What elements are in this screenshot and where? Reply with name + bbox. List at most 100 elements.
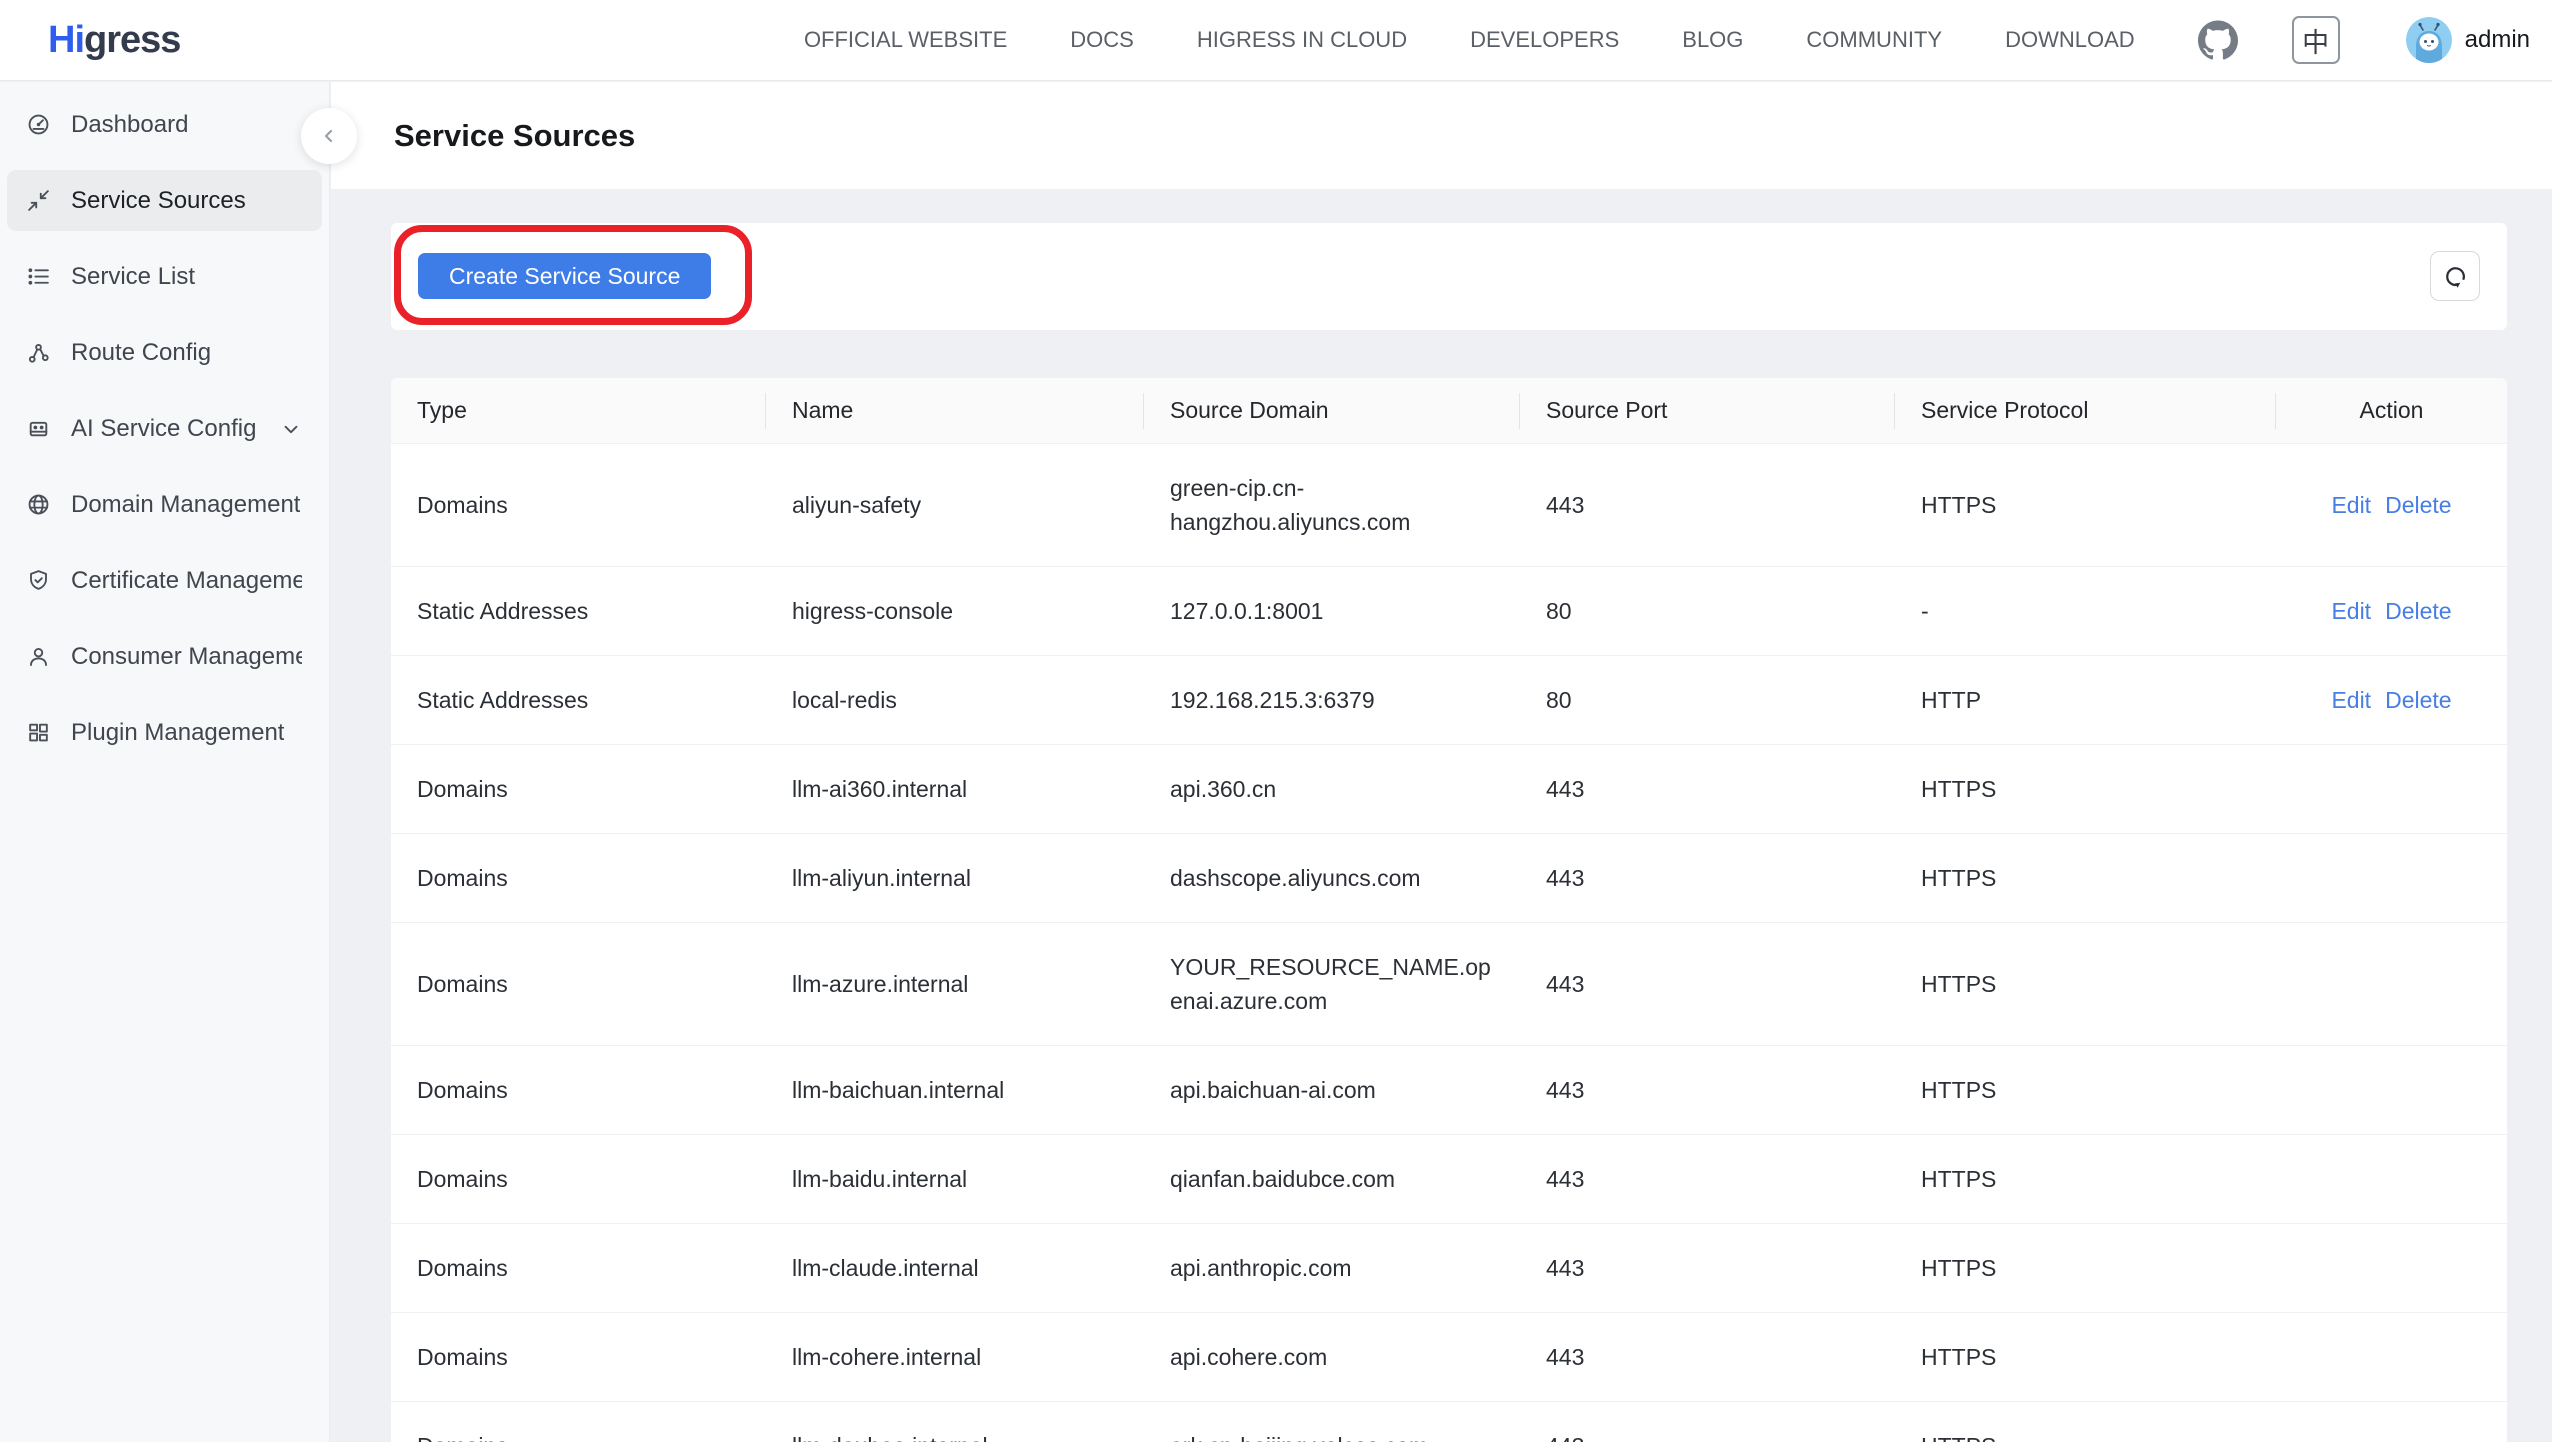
- sidebar-item-dashboard[interactable]: Dashboard: [7, 94, 322, 155]
- sidebar-item-certificate-management[interactable]: Certificate Management: [7, 550, 322, 611]
- table-row: Static Addresseslocal-redis192.168.215.3…: [391, 655, 2507, 744]
- sidebar: Dashboard Service Sources Service List Rout…: [0, 82, 330, 1442]
- cell-source-domain: qianfan.baidubce.com: [1144, 1134, 1520, 1223]
- create-service-source-button[interactable]: Create Service Source: [418, 253, 711, 299]
- cell-action: [2276, 1401, 2507, 1442]
- sidebar-item-label: Service Sources: [71, 187, 246, 215]
- cell-name: llm-azure.internal: [766, 922, 1144, 1045]
- cell-service-protocol: HTTPS: [1895, 1134, 2276, 1223]
- cell-name: llm-aliyun.internal: [766, 833, 1144, 922]
- cell-service-protocol: HTTPS: [1895, 1223, 2276, 1312]
- shrink-icon: [26, 188, 51, 213]
- cell-action: [2276, 922, 2507, 1045]
- sidebar-item-plugin-management[interactable]: Plugin Management: [7, 702, 322, 763]
- cell-source-port: 443: [1520, 1134, 1895, 1223]
- table-header: TypeNameSource DomainSource PortService …: [391, 378, 2507, 443]
- higress-logo[interactable]: Higress: [48, 19, 180, 62]
- refresh-button[interactable]: [2430, 251, 2480, 301]
- cell-service-protocol: HTTPS: [1895, 443, 2276, 566]
- nav-link-docs[interactable]: DOCS: [1070, 27, 1134, 53]
- table-row: Domainsllm-ai360.internalapi.360.cn443HT…: [391, 744, 2507, 833]
- edit-link[interactable]: Edit: [2331, 598, 2371, 624]
- cell-type: Domains: [391, 744, 766, 833]
- edit-link[interactable]: Edit: [2331, 687, 2371, 713]
- sidebar-item-service-list[interactable]: Service List: [7, 246, 322, 307]
- column-header-source-port: Source Port: [1520, 378, 1895, 443]
- table-row: Domainsllm-azure.internalYOUR_RESOURCE_N…: [391, 922, 2507, 1045]
- cell-action: [2276, 1223, 2507, 1312]
- nav-link-higress-in-cloud[interactable]: HIGRESS IN CLOUD: [1197, 27, 1407, 53]
- cell-type: Domains: [391, 833, 766, 922]
- table-body: Domainsaliyun-safetygreen-cip.cn-hangzho…: [391, 443, 2507, 1442]
- cell-action: [2276, 833, 2507, 922]
- toolbar-card: Create Service Source: [391, 223, 2507, 330]
- sidebar-item-label: Service List: [71, 263, 195, 291]
- cell-source-port: 443: [1520, 1223, 1895, 1312]
- table-row: Domainsaliyun-safetygreen-cip.cn-hangzho…: [391, 443, 2507, 566]
- column-header-type: Type: [391, 378, 766, 443]
- service-sources-table-card: TypeNameSource DomainSource PortService …: [391, 378, 2507, 1442]
- sidebar-item-label: Dashboard: [71, 111, 188, 139]
- nav-link-developers[interactable]: DEVELOPERS: [1470, 27, 1619, 53]
- cell-source-port: 80: [1520, 566, 1895, 655]
- cell-source-domain: 127.0.0.1:8001: [1144, 566, 1520, 655]
- column-header-name: Name: [766, 378, 1144, 443]
- cell-source-domain: ark.cn-beijing.volces.com: [1144, 1401, 1520, 1442]
- sidebar-item-ai-service-config[interactable]: AI Service Config: [7, 398, 322, 459]
- shield-icon: [26, 568, 51, 593]
- cell-name: llm-baichuan.internal: [766, 1045, 1144, 1134]
- cell-type: Domains: [391, 1134, 766, 1223]
- cell-type: Domains: [391, 1223, 766, 1312]
- sidebar-item-domain-management[interactable]: Domain Management: [7, 474, 322, 535]
- cell-name: llm-ai360.internal: [766, 744, 1144, 833]
- nav-link-blog[interactable]: BLOG: [1682, 27, 1743, 53]
- cell-name: llm-claude.internal: [766, 1223, 1144, 1312]
- sidebar-item-label: Route Config: [71, 339, 211, 367]
- table-row: Domainsllm-doubao.internalark.cn-beijing…: [391, 1401, 2507, 1442]
- cell-type: Domains: [391, 443, 766, 566]
- delete-link[interactable]: Delete: [2385, 687, 2451, 713]
- nav-link-community[interactable]: COMMUNITY: [1806, 27, 1942, 53]
- table-row: Domainsllm-baichuan.internalapi.baichuan…: [391, 1045, 2507, 1134]
- logo-text-hi: Hi: [48, 19, 84, 61]
- column-header-source-domain: Source Domain: [1144, 378, 1520, 443]
- sidebar-item-service-sources[interactable]: Service Sources: [7, 170, 322, 231]
- edit-link[interactable]: Edit: [2331, 492, 2371, 518]
- cell-name: aliyun-safety: [766, 443, 1144, 566]
- cell-type: Domains: [391, 1045, 766, 1134]
- delete-link[interactable]: Delete: [2385, 598, 2451, 624]
- sidebar-item-label: AI Service Config: [71, 415, 256, 443]
- cell-name: llm-cohere.internal: [766, 1312, 1144, 1401]
- cell-type: Domains: [391, 1312, 766, 1401]
- cell-action: [2276, 1045, 2507, 1134]
- cell-service-protocol: HTTP: [1895, 655, 2276, 744]
- cell-type: Static Addresses: [391, 655, 766, 744]
- chevron-left-icon: [317, 124, 341, 148]
- cell-source-domain: green-cip.cn-hangzhou.aliyuncs.com: [1144, 443, 1520, 566]
- sidebar-item-consumer-management[interactable]: Consumer Management: [7, 626, 322, 687]
- cell-service-protocol: HTTPS: [1895, 833, 2276, 922]
- service-sources-table: TypeNameSource DomainSource PortService …: [391, 378, 2507, 1442]
- cell-source-port: 443: [1520, 922, 1895, 1045]
- sidebar-collapse-button[interactable]: [301, 108, 357, 164]
- nav-link-official-website[interactable]: OFFICIAL WEBSITE: [804, 27, 1007, 53]
- cell-source-port: 443: [1520, 1045, 1895, 1134]
- delete-link[interactable]: Delete: [2385, 492, 2451, 518]
- cell-source-domain: api.cohere.com: [1144, 1312, 1520, 1401]
- cell-name: llm-baidu.internal: [766, 1134, 1144, 1223]
- top-navbar: Higress OFFICIAL WEBSITE DOCS HIGRESS IN C…: [0, 0, 2552, 81]
- cell-source-domain: 192.168.215.3:6379: [1144, 655, 1520, 744]
- mascot-avatar[interactable]: [2406, 17, 2452, 63]
- language-toggle-button[interactable]: 中: [2292, 16, 2340, 64]
- github-icon[interactable]: [2198, 20, 2238, 60]
- sidebar-item-label: Certificate Management: [71, 567, 302, 595]
- sidebar-item-label: Consumer Management: [71, 643, 302, 671]
- user-icon: [26, 644, 51, 669]
- nav-link-download[interactable]: DOWNLOAD: [2005, 27, 2135, 53]
- reload-icon: [2442, 263, 2469, 290]
- cell-service-protocol: HTTPS: [1895, 922, 2276, 1045]
- user-name[interactable]: admin: [2465, 26, 2530, 54]
- cell-action: Edit Delete: [2276, 655, 2507, 744]
- sidebar-item-route-config[interactable]: Route Config: [7, 322, 322, 383]
- table-row: Domainsllm-baidu.internalqianfan.baidubc…: [391, 1134, 2507, 1223]
